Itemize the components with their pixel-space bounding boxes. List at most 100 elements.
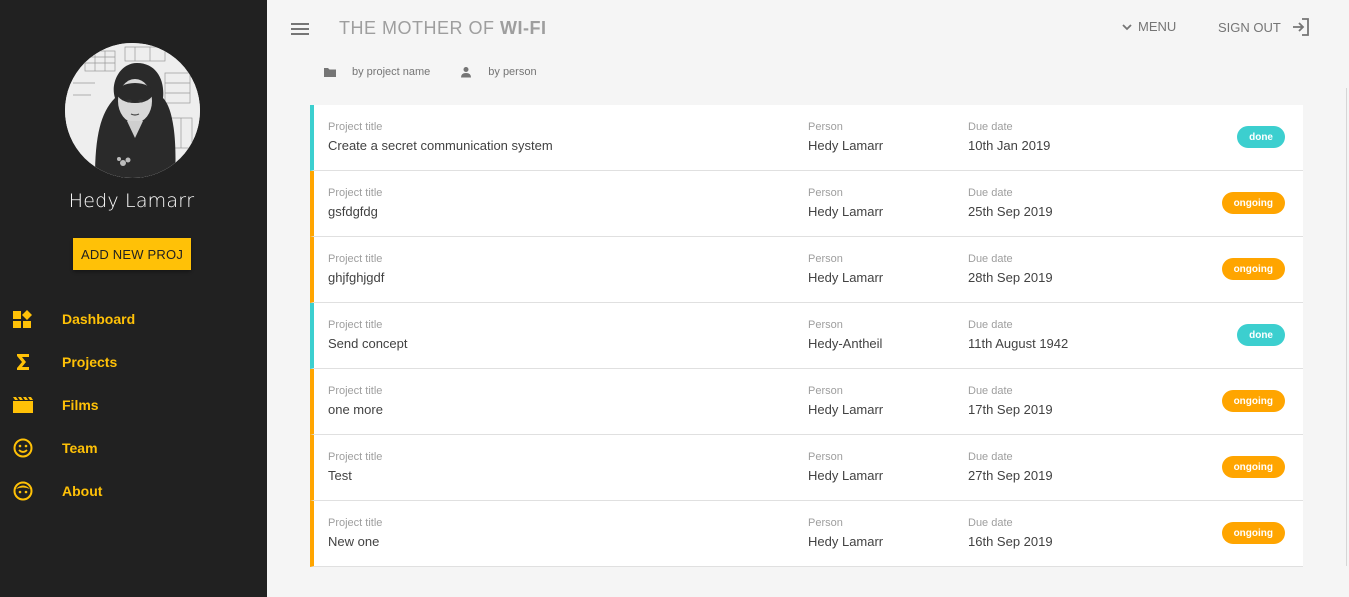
person-label: Person — [808, 187, 843, 199]
app-title-bold: WI-FI — [500, 18, 547, 38]
person-cell: Person Hedy Lamarr — [808, 516, 883, 551]
sign-out-button[interactable]: SIGN OUT — [1218, 17, 1311, 37]
sigma-icon — [11, 350, 35, 374]
sign-out-label: SIGN OUT — [1218, 19, 1281, 35]
sidebar-nav: Dashboard Projects Films Team About — [0, 297, 267, 512]
due-date: 25th Sep 2019 — [968, 204, 1053, 219]
person-cell: Person Hedy Lamarr — [808, 384, 883, 419]
project-title: gsfdgfdg — [328, 204, 378, 219]
due-date-label: Due date — [968, 385, 1013, 397]
project-title: one more — [328, 402, 383, 417]
hamburger-menu-button[interactable] — [288, 17, 312, 41]
project-title-label: Project title — [328, 451, 383, 463]
menu-label: MENU — [1138, 19, 1177, 34]
person-label: Person — [808, 319, 843, 331]
project-title: Create a secret communication system — [328, 138, 553, 153]
project-title-label: Project title — [328, 187, 383, 199]
scrollbar[interactable] — [1346, 88, 1347, 566]
sort-label: by person — [488, 66, 537, 78]
user-name: Hedy Lamarr — [68, 190, 195, 212]
project-list: Project title Create a secret communicati… — [310, 105, 1303, 567]
due-date-label: Due date — [968, 319, 1013, 331]
status-badge: done — [1237, 126, 1285, 148]
sidebar: Hedy Lamarr ADD NEW PROJ Dashboard Proje… — [0, 0, 267, 597]
person-name: Hedy Lamarr — [808, 402, 884, 417]
menu-dropdown-button[interactable]: MENU — [1120, 19, 1176, 34]
project-title-label: Project title — [328, 517, 383, 529]
sidebar-item-label: About — [62, 482, 103, 499]
person-cell: Person Hedy Lamarr — [808, 450, 883, 485]
person-name: Hedy Lamarr — [808, 270, 884, 285]
person-cell: Person Hedy Lamarr — [808, 252, 883, 287]
due-date-cell: Due date 11th August 1942 — [968, 318, 1068, 353]
sidebar-item-projects[interactable]: Projects — [0, 340, 267, 383]
project-row[interactable]: Project title one more Person Hedy Lamarr Du… — [310, 369, 1303, 435]
avatar — [65, 43, 200, 178]
due-date-label: Due date — [968, 451, 1013, 463]
sort-by-project-name[interactable]: by project name — [320, 64, 430, 80]
person-label: Person — [808, 121, 843, 133]
film-icon — [11, 393, 35, 417]
project-title-label: Project title — [328, 319, 383, 331]
project-row[interactable]: Project title ghjfghjgdf Person Hedy Lamarr… — [310, 237, 1303, 303]
exit-icon — [1292, 18, 1309, 36]
face-icon — [11, 479, 35, 503]
person-name: Hedy Lamarr — [808, 138, 884, 153]
add-new-project-button[interactable]: ADD NEW PROJ — [73, 238, 191, 270]
person-name: Hedy-Antheil — [808, 336, 883, 351]
due-date: 27th Sep 2019 — [968, 468, 1053, 483]
person-cell: Person Hedy Lamarr — [808, 120, 883, 155]
sidebar-item-label: Team — [62, 439, 98, 456]
person-label: Person — [808, 517, 843, 529]
sidebar-item-team[interactable]: Team — [0, 426, 267, 469]
person-cell: Person Hedy-Antheil — [808, 318, 882, 353]
due-date: 10th Jan 2019 — [968, 138, 1051, 153]
due-date-label: Due date — [968, 121, 1013, 133]
due-date-cell: Due date 10th Jan 2019 — [968, 120, 1050, 155]
due-date: 16th Sep 2019 — [968, 534, 1053, 549]
due-date-cell: Due date 27th Sep 2019 — [968, 450, 1053, 485]
sort-bar: by project name by person — [320, 64, 563, 80]
due-date: 11th August 1942 — [968, 336, 1069, 351]
person-name: Hedy Lamarr — [808, 468, 884, 483]
chevron-down-icon — [1122, 23, 1132, 30]
project-title-cell: Project title one more — [328, 384, 383, 419]
person-name: Hedy Lamarr — [808, 204, 884, 219]
person-label: Person — [808, 451, 843, 463]
person-label: Person — [808, 385, 843, 397]
due-date-cell: Due date 25th Sep 2019 — [968, 186, 1053, 221]
sidebar-item-label: Projects — [62, 353, 118, 370]
dashboard-icon — [11, 307, 35, 331]
project-title: ghjfghjgdf — [328, 270, 385, 285]
due-date: 28th Sep 2019 — [968, 270, 1053, 285]
project-title-cell: Project title gsfdgfdg — [328, 186, 382, 221]
status-badge: done — [1237, 324, 1285, 346]
person-label: Person — [808, 253, 843, 265]
project-row[interactable]: Project title Create a secret communicati… — [310, 105, 1303, 171]
app-title: THE MOTHER OF WI-FI — [339, 18, 546, 39]
project-title-cell: Project title ghjfghjgdf — [328, 252, 384, 287]
sidebar-item-about[interactable]: About — [0, 469, 267, 512]
project-title-cell: Project title New one — [328, 516, 382, 551]
due-date-label: Due date — [968, 517, 1013, 529]
status-badge: ongoing — [1221, 522, 1285, 544]
project-row[interactable]: Project title gsfdgfdg Person Hedy Lamarr Du… — [310, 171, 1303, 237]
sidebar-item-dashboard[interactable]: Dashboard — [0, 297, 267, 340]
sidebar-item-films[interactable]: Films — [0, 383, 267, 426]
project-row[interactable]: Project title New one Person Hedy Lamarr Due… — [310, 501, 1303, 567]
project-title-label: Project title — [328, 121, 383, 133]
project-row[interactable]: Project title Send concept Person Hedy-Anth… — [310, 303, 1303, 369]
due-date-label: Due date — [968, 253, 1013, 265]
status-badge: ongoing — [1221, 390, 1285, 412]
due-date-cell: Due date 28th Sep 2019 — [968, 252, 1053, 287]
app-title-prefix: THE MOTHER OF — [339, 18, 500, 38]
hamburger-icon — [291, 23, 309, 35]
status-badge: ongoing — [1221, 258, 1285, 280]
project-row[interactable]: Project title Test Person Hedy Lamarr Due da… — [310, 435, 1303, 501]
sidebar-item-label: Dashboard — [62, 310, 136, 327]
sort-by-person[interactable]: by person — [456, 64, 537, 80]
due-date-cell: Due date 16th Sep 2019 — [968, 516, 1053, 551]
project-title-label: Project title — [328, 253, 383, 265]
status-badge: ongoing — [1221, 456, 1285, 478]
project-title: Send concept — [328, 336, 408, 351]
